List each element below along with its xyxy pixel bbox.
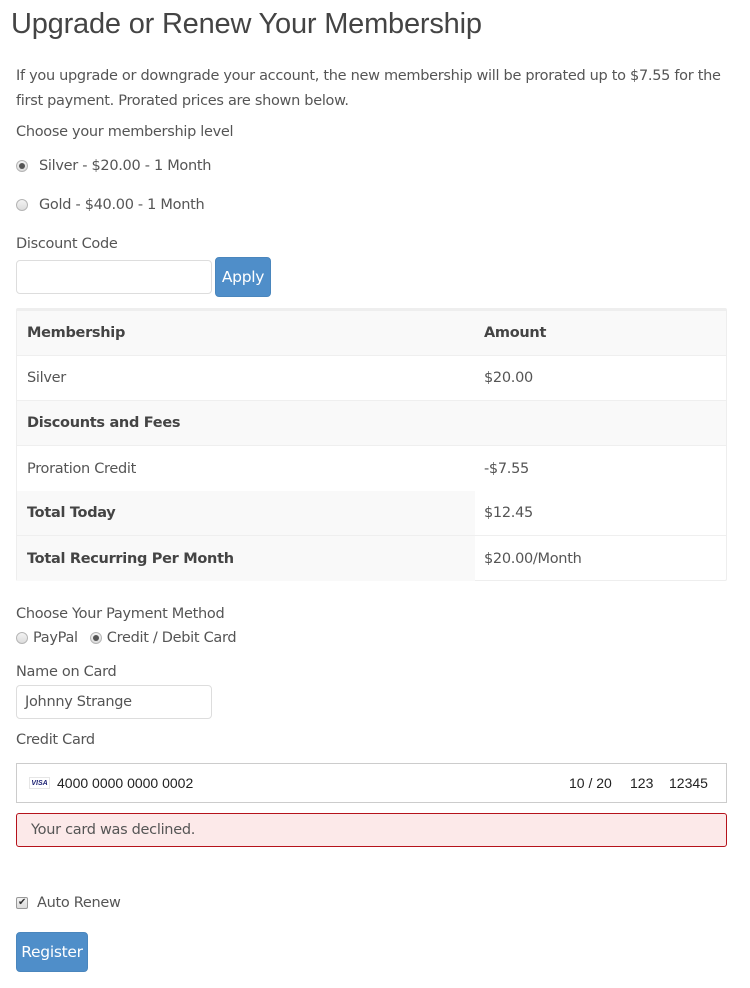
- card-error-alert: Your card was declined.: [16, 813, 727, 847]
- header-amount: Amount: [484, 325, 547, 341]
- membership-level-label: Choose your membership level: [16, 124, 234, 140]
- table-row: Total Today $12.45: [17, 491, 726, 536]
- auto-renew-label: Auto Renew: [37, 895, 121, 911]
- register-button[interactable]: Register: [16, 932, 88, 972]
- membership-option-gold[interactable]: Gold - $40.00 - 1 Month: [16, 197, 205, 213]
- header-membership: Membership: [27, 325, 126, 341]
- payment-option-paypal[interactable]: PayPal: [33, 630, 78, 646]
- radio-selected-icon[interactable]: [89, 632, 102, 644]
- apply-button[interactable]: Apply: [215, 257, 271, 297]
- auto-renew-option[interactable]: ✔ Auto Renew: [16, 895, 121, 911]
- row-label: Total Today: [17, 491, 475, 535]
- radio-selected-icon[interactable]: [16, 160, 28, 172]
- table-row: Proration Credit -$7.55: [17, 446, 726, 491]
- row-amount: $20.00/Month: [484, 550, 582, 567]
- radio-unselected-icon[interactable]: [16, 632, 28, 644]
- row-amount: [475, 401, 726, 445]
- radio-unselected-icon[interactable]: [16, 199, 28, 211]
- table-row: Total Recurring Per Month $20.00/Month: [17, 536, 726, 581]
- table-header-row: Membership Amount: [17, 311, 726, 356]
- payment-method-options: PayPal Credit / Debit Card: [16, 630, 237, 646]
- name-on-card-input[interactable]: Johnny Strange: [16, 685, 212, 719]
- card-number-field[interactable]: 4000 0000 0000 0002: [57, 775, 193, 791]
- page-title: Upgrade or Renew Your Membership: [11, 8, 482, 40]
- membership-option-label: Silver - $20.00 - 1 Month: [39, 158, 212, 174]
- order-summary-table: Membership Amount Silver $20.00 Discount…: [16, 308, 727, 581]
- row-amount: $20.00: [484, 370, 533, 386]
- proration-notice: If you upgrade or downgrade your account…: [16, 68, 721, 109]
- row-label: Silver: [27, 370, 66, 386]
- card-zip-field[interactable]: 12345: [669, 775, 708, 791]
- credit-card-label: Credit Card: [16, 732, 95, 748]
- discount-code-input[interactable]: [16, 260, 212, 294]
- card-expiry-field[interactable]: 10 / 20: [569, 775, 612, 791]
- row-label: Total Recurring Per Month: [17, 536, 475, 581]
- membership-option-label: Gold - $40.00 - 1 Month: [39, 197, 205, 213]
- checkbox-checked-icon[interactable]: ✔: [16, 897, 28, 909]
- table-row: Silver $20.00: [17, 356, 726, 401]
- table-row: Discounts and Fees: [17, 401, 726, 446]
- row-amount: -$7.55: [484, 460, 529, 477]
- discount-code-label: Discount Code: [16, 236, 118, 252]
- credit-card-input[interactable]: VISA 4000 0000 0000 0002 10 / 20 123 123…: [16, 763, 727, 803]
- row-amount: $12.45: [484, 505, 533, 521]
- row-label: Proration Credit: [27, 460, 137, 477]
- card-cvc-field[interactable]: 123: [630, 775, 653, 791]
- name-on-card-label: Name on Card: [16, 664, 117, 680]
- payment-option-card[interactable]: Credit / Debit Card: [107, 630, 237, 646]
- payment-method-label: Choose Your Payment Method: [16, 606, 225, 622]
- row-label: Discounts and Fees: [27, 415, 181, 431]
- membership-option-silver[interactable]: Silver - $20.00 - 1 Month: [16, 158, 211, 174]
- visa-icon: VISA: [29, 777, 50, 789]
